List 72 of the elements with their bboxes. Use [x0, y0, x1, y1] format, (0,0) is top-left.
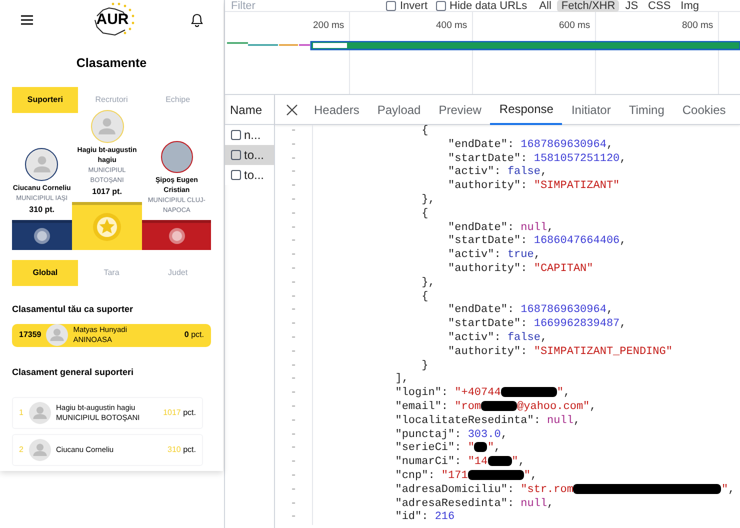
- code-line: "authority": "SIMPATIZANT": [447, 180, 620, 194]
- section-heading: Clasamentul tău ca suporter: [12, 302, 134, 316]
- timeline-tick-label: 400 ms: [436, 19, 468, 33]
- code-line: "cnp": "171 ",: [394, 470, 538, 484]
- medal-icon: [32, 227, 51, 246]
- filter-type-button[interactable]: Img: [676, 0, 704, 12]
- code-line: "email": "rom @yahoo.com",: [394, 400, 596, 415]
- filter-type-button[interactable]: JS: [621, 0, 642, 12]
- tab[interactable]: Cookies: [673, 94, 735, 124]
- code-line: "startDate": 1581057251120,: [447, 152, 626, 166]
- code-line: },: [420, 276, 435, 291]
- tab[interactable]: Global: [12, 260, 78, 286]
- tab[interactable]: Preview: [430, 94, 490, 124]
- rank-position: 17359: [19, 329, 42, 342]
- code-line: "localitateResedinta": null,: [394, 414, 580, 429]
- menu-icon: [20, 14, 34, 26]
- code-line: "activ": false,: [447, 166, 548, 180]
- code-line: },: [420, 194, 435, 208]
- checkbox[interactable]: Invert: [386, 0, 428, 12]
- tab[interactable]: Response: [490, 94, 562, 124]
- request-row[interactable]: to...: [225, 145, 274, 165]
- code-line: "adresaResedinta": null,: [394, 498, 554, 511]
- podium-points: 1017 pt.: [92, 186, 122, 198]
- section-heading: Clasament general suporteri: [12, 366, 135, 379]
- timeline-tick-label: 800 ms: [682, 19, 714, 33]
- user-points: 310 pct.: [168, 444, 196, 456]
- code-line: "authority": "SIMPATIZANT_PENDING": [447, 346, 672, 360]
- page-title: Clasamente: [75, 55, 148, 72]
- medal-icon: [168, 227, 186, 246]
- close-icon: [286, 104, 298, 116]
- code-line: "login": "+40744 ",: [394, 387, 570, 401]
- code-line: "activ": true,: [447, 249, 540, 263]
- code-line: }: [420, 360, 428, 374]
- tab[interactable]: Headers: [305, 94, 368, 124]
- podium-points: 310 pt.: [29, 204, 55, 216]
- code-line: "endDate": 1687869630964,: [447, 304, 614, 318]
- code-line: {: [420, 125, 428, 139]
- avatar-icon: [29, 439, 51, 461]
- code-line: "activ": false,: [447, 332, 548, 346]
- code-line: "endDate": null,: [447, 222, 554, 235]
- filter-field[interactable]: Filter: [231, 0, 386, 12]
- code-line: "id": 216: [394, 511, 455, 526]
- code-line: ],: [394, 373, 408, 387]
- medal-icon: [92, 212, 122, 242]
- tab[interactable]: Initiator: [562, 94, 620, 124]
- code-line: {: [420, 290, 428, 304]
- code-line: "authority": "CAPITAN": [447, 262, 594, 277]
- filter-type-button[interactable]: Fetch/XHR: [557, 0, 620, 12]
- filter-type-button[interactable]: CSS: [644, 0, 675, 12]
- tab[interactable]: Suporteri: [12, 86, 78, 113]
- bell-icon: [191, 13, 203, 27]
- checkbox[interactable]: Hide data URLs: [436, 0, 528, 12]
- code-line: "startDate": 1686047664406,: [447, 235, 626, 249]
- user-points: 0 pct.: [184, 329, 204, 342]
- tab[interactable]: Payload: [368, 94, 430, 124]
- code-line: "serieCi": " ",: [394, 442, 501, 456]
- code-line: "punctaj": 303.0,: [394, 428, 508, 442]
- avatar-icon: [29, 402, 51, 424]
- user-points: 1017 pct.: [163, 407, 196, 419]
- timeline-tick-label: 200 ms: [313, 19, 344, 33]
- code-line: "endDate": 1687869630964,: [447, 138, 614, 153]
- avatar-icon: [46, 324, 68, 346]
- tab[interactable]: Timing: [620, 94, 674, 124]
- code-line: {: [420, 208, 428, 222]
- filter-type-button[interactable]: All: [535, 0, 556, 12]
- rank-position: 2: [19, 444, 24, 456]
- rank-position: 1: [19, 407, 24, 419]
- code-line: "startDate": 1669962839487,: [447, 318, 626, 332]
- code-line: "adresaDomiciliu": "str.rom ",: [394, 484, 735, 498]
- code-line: "numarCi": "14 ",: [394, 456, 525, 470]
- timeline-tick-label: 600 ms: [559, 19, 590, 33]
- logo-text: AUR: [96, 10, 129, 30]
